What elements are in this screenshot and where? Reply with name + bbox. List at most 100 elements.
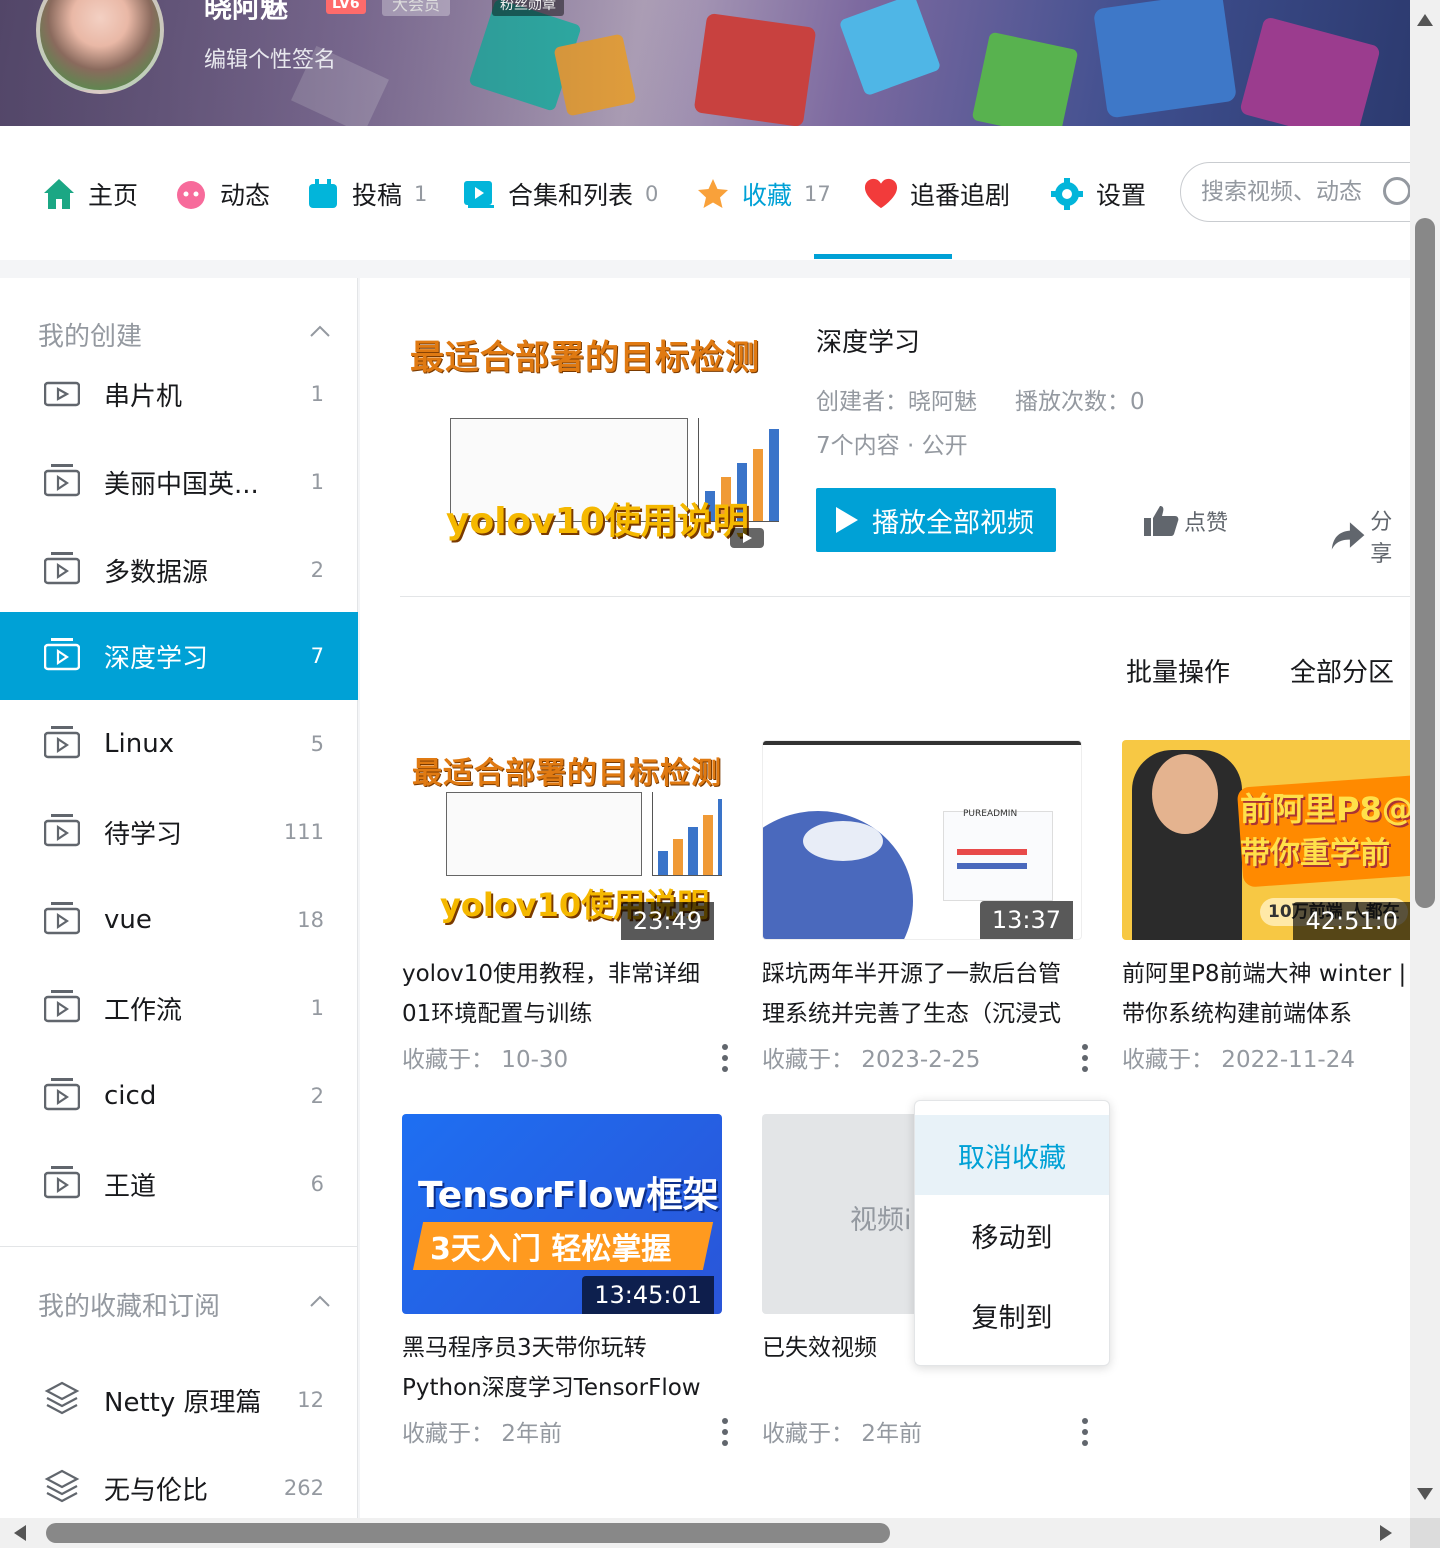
like-button[interactable]: 点赞 <box>1142 504 1228 538</box>
video-card[interactable]: PUREADMIN 13:37 踩坑两年半开源了一款后台管理系统并完善了生态（沉… <box>762 740 1088 1074</box>
playlist-icon <box>730 528 764 548</box>
more-icon[interactable] <box>722 1044 730 1072</box>
favorites-main: 最适合部署的目标检测 yolov10使用说明 深度学习 创建者：晓阿魅 播放次数：… <box>360 278 1410 1518</box>
more-icon[interactable] <box>1082 1418 1090 1446</box>
playlist-icon <box>44 1078 80 1111</box>
sidebar-item-8[interactable]: 工作流 1 <box>0 964 358 1052</box>
video-title[interactable]: yolov10使用教程，非常详细 01环境配置与训练 <box>402 954 722 1034</box>
video-cover[interactable]: PUREADMIN 13:37 <box>762 740 1082 940</box>
batch-operation-button[interactable]: 批量操作 <box>1126 652 1230 689</box>
folder-cover[interactable]: 最适合部署的目标检测 yolov10使用说明 <box>400 322 782 558</box>
fav-time: 收藏于： 2年前 <box>762 1414 1088 1448</box>
playlist-icon <box>44 638 80 671</box>
copy-to-menu-item[interactable]: 复制到 <box>915 1275 1109 1355</box>
tab-collections[interactable]: 合集和列表 0 <box>462 174 658 214</box>
all-area-dropdown[interactable]: 全部分区 <box>1290 652 1394 689</box>
chevron-up-icon[interactable] <box>308 1290 332 1314</box>
medal-badge[interactable]: 粉丝勋章 <box>492 0 564 16</box>
playlist-icon <box>44 381 80 407</box>
playlist-icon <box>44 726 80 759</box>
video-cover[interactable]: 最适合部署的目标检测 yolov10使用说明 23:49 <box>402 740 722 940</box>
sidebar-item-active[interactable]: 深度学习 7 <box>0 612 358 700</box>
horizontal-scrollbar[interactable] <box>0 1518 1440 1548</box>
profile-banner: 晓阿魅 LV6 大会员 粉丝勋章 编辑个性签名 <box>0 0 1410 126</box>
fav-time: 收藏于： 2023-2-25 <box>762 1040 1088 1074</box>
horizontal-scroll-thumb[interactable] <box>46 1523 890 1543</box>
playlist-icon <box>44 464 80 497</box>
video-card[interactable]: TensorFlow框架 3天入门 轻松掌握 13:45:01 黑马程序员3天带… <box>402 1114 728 1448</box>
scroll-right-icon[interactable] <box>1380 1525 1392 1541</box>
heart-icon <box>864 177 898 211</box>
layers-icon <box>44 1469 80 1503</box>
layers-icon <box>44 1381 80 1415</box>
playlist-icon <box>44 552 80 585</box>
signature-edit[interactable]: 编辑个性签名 <box>204 42 336 74</box>
share-button[interactable]: 分享 <box>1330 504 1410 568</box>
active-tab-indicator <box>814 254 952 259</box>
playlist-icon <box>44 1166 80 1199</box>
profile-nav: 主页 动态 投稿 1 合集和列表 0 收藏 17 追番追剧 设置 搜索视频、动态 <box>0 126 1440 260</box>
vertical-scrollbar[interactable] <box>1410 0 1440 1518</box>
video-card[interactable]: 最适合部署的目标检测 yolov10使用说明 23:49 yolov10使用教程… <box>402 740 728 1074</box>
search-icon[interactable] <box>1383 177 1411 205</box>
playlist-icon <box>44 902 80 935</box>
tab-uploads[interactable]: 投稿 1 <box>306 174 427 214</box>
tab-home[interactable]: 主页 <box>42 174 138 214</box>
more-icon[interactable] <box>1082 1044 1090 1072</box>
playlist-icon <box>44 814 80 847</box>
more-icon[interactable] <box>722 1418 730 1446</box>
video-title[interactable]: 前阿里P8前端大神 winter | 带你系统构建前端体系 <box>1122 954 1410 1034</box>
playlist-icon <box>44 990 80 1023</box>
video-duration: 13:45:01 <box>582 1276 714 1314</box>
vip-badge[interactable]: 大会员 <box>382 0 451 16</box>
move-to-menu-item[interactable]: 移动到 <box>915 1195 1109 1275</box>
folder-info: 7个内容 · 公开 <box>816 433 968 459</box>
favorites-sidebar: 我的创建 串片机 1 美丽中国英... 1 多数据源 2 深度学习 7 Linu… <box>0 278 358 1518</box>
unfavorite-menu-item[interactable]: 取消收藏 <box>915 1115 1109 1195</box>
sidebar-item-6[interactable]: 待学习 111 <box>0 788 358 876</box>
tab-dynamic[interactable]: 动态 <box>174 174 270 214</box>
vertical-scroll-thumb[interactable] <box>1415 218 1435 908</box>
divider <box>400 596 1410 597</box>
uploads-icon <box>306 177 340 211</box>
sidebar-divider <box>0 1246 358 1247</box>
video-title[interactable]: 踩坑两年半开源了一款后台管理系统并完善了生态（沉浸式 <box>762 954 1082 1034</box>
folder-creator: 创建者：晓阿魅 播放次数：0 <box>816 389 1145 415</box>
scrollbar-corner <box>1410 1518 1440 1548</box>
home-icon <box>42 177 76 211</box>
scroll-left-icon[interactable] <box>14 1525 26 1541</box>
fav-time: 收藏于： 2年前 <box>402 1414 728 1448</box>
section-my-created: 我的创建 <box>38 322 143 352</box>
thumbs-up-icon <box>1144 506 1179 536</box>
tab-favorites[interactable]: 收藏 17 <box>696 174 831 214</box>
sidebar-sub-item-1[interactable]: Netty 原理篇 12 <box>0 1356 358 1444</box>
context-menu: 取消收藏 移动到 复制到 <box>914 1100 1110 1366</box>
sidebar-item-2[interactable]: 美丽中国英... 1 <box>0 438 358 526</box>
search-input[interactable]: 搜索视频、动态 <box>1180 162 1440 222</box>
collections-icon <box>462 177 496 211</box>
video-cover[interactable]: TensorFlow框架 3天入门 轻松掌握 13:45:01 <box>402 1114 722 1314</box>
sidebar-item-5[interactable]: Linux 5 <box>0 700 358 788</box>
scroll-up-icon[interactable] <box>1417 14 1433 26</box>
scroll-down-icon[interactable] <box>1417 1488 1433 1500</box>
video-cover[interactable]: 前阿里P8@ 带你重学前 10万前端 人都在 42:51:0 <box>1122 740 1410 940</box>
username: 晓阿魅 <box>204 0 289 24</box>
level-badge: LV6 <box>326 0 366 14</box>
sidebar-item-3[interactable]: 多数据源 2 <box>0 526 358 614</box>
dynamic-icon <box>174 177 208 211</box>
sidebar-item-10[interactable]: 王道 6 <box>0 1140 358 1228</box>
chevron-up-icon[interactable] <box>308 320 332 344</box>
video-duration: 42:51:0 <box>1293 902 1410 940</box>
video-title[interactable]: 黑马程序员3天带你玩转Python深度学习TensorFlow <box>402 1328 722 1408</box>
tab-bangumi[interactable]: 追番追剧 <box>864 174 1010 214</box>
video-card[interactable]: 前阿里P8@ 带你重学前 10万前端 人都在 42:51:0 前阿里P8前端大神… <box>1122 740 1410 1074</box>
fav-time: 收藏于： 2022-11-24 <box>1122 1047 1355 1073</box>
sidebar-item-1[interactable]: 串片机 1 <box>0 350 358 438</box>
play-all-button[interactable]: 播放全部视频 <box>816 488 1056 552</box>
play-icon <box>836 507 858 533</box>
fav-time: 收藏于： 10-30 <box>402 1040 728 1074</box>
folder-title: 深度学习 <box>816 328 921 358</box>
sidebar-item-7[interactable]: vue 18 <box>0 876 358 964</box>
tab-settings[interactable]: 设置 <box>1050 174 1146 214</box>
sidebar-item-9[interactable]: cicd 2 <box>0 1052 358 1140</box>
